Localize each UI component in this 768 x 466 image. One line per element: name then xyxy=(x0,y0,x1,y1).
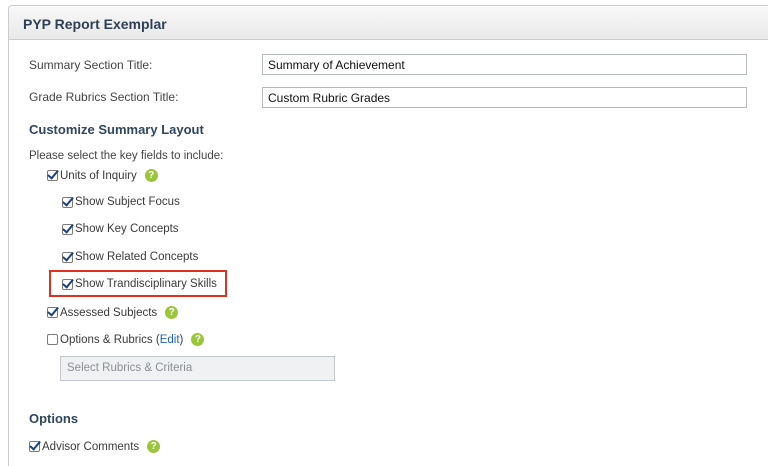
show-subject-focus-label: Show Subject Focus xyxy=(75,196,180,208)
options-heading: Options xyxy=(29,411,79,426)
units-of-inquiry-option[interactable]: Units of Inquiry ? xyxy=(47,169,158,182)
customize-summary-heading: Customize Summary Layout xyxy=(29,122,204,137)
options-rubrics-option[interactable]: Options & Rubrics (Edit) ? xyxy=(47,333,205,346)
show-transdisciplinary-skills-option[interactable]: Show Trandisciplinary Skills xyxy=(62,278,217,290)
show-key-concepts-label: Show Key Concepts xyxy=(75,223,179,235)
checkbox-checked-icon[interactable] xyxy=(62,251,73,263)
close-paren: ) xyxy=(179,333,184,346)
show-related-concepts-option[interactable]: Show Related Concepts xyxy=(62,251,198,263)
help-icon[interactable]: ? xyxy=(147,440,161,453)
advisor-comments-label: Advisor Comments xyxy=(42,440,140,453)
checkbox-checked-icon[interactable] xyxy=(62,278,73,290)
edit-link[interactable]: Edit xyxy=(160,334,180,346)
checkbox-checked-icon[interactable] xyxy=(62,223,73,235)
show-transdisciplinary-skills-label: Show Trandisciplinary Skills xyxy=(75,278,217,290)
summary-title-input[interactable] xyxy=(262,54,747,75)
instructions-text: Please select the key fields to include: xyxy=(29,150,224,162)
advisor-comments-option[interactable]: Advisor Comments ? xyxy=(29,440,161,453)
checkbox-checked-icon[interactable] xyxy=(62,196,73,208)
assessed-subjects-option[interactable]: Assessed Subjects ? xyxy=(47,306,179,319)
assessed-subjects-label: Assessed Subjects xyxy=(60,306,158,319)
grade-rubrics-title-label: Grade Rubrics Section Title: xyxy=(29,90,179,104)
help-icon[interactable]: ? xyxy=(165,306,179,319)
checkbox-checked-icon[interactable] xyxy=(47,170,58,181)
select-rubrics-dropdown[interactable]: Select Rubrics & Criteria xyxy=(60,356,335,381)
checkbox-checked-icon[interactable] xyxy=(47,307,58,318)
checkbox-checked-icon[interactable] xyxy=(29,441,40,452)
help-icon[interactable]: ? xyxy=(191,333,205,346)
show-related-concepts-label: Show Related Concepts xyxy=(75,251,199,263)
options-rubrics-label: Options & Rubrics ( xyxy=(60,333,160,346)
checkbox-unchecked-icon[interactable] xyxy=(47,334,58,345)
units-of-inquiry-label: Units of Inquiry xyxy=(60,169,137,182)
summary-title-label: Summary Section Title: xyxy=(29,58,153,72)
show-subject-focus-option[interactable]: Show Subject Focus xyxy=(62,196,180,208)
grade-rubrics-title-input[interactable] xyxy=(262,87,747,108)
show-key-concepts-option[interactable]: Show Key Concepts xyxy=(62,223,179,235)
help-icon[interactable]: ? xyxy=(144,169,158,182)
panel-header: PYP Report Exemplar xyxy=(9,6,768,40)
panel-title: PYP Report Exemplar xyxy=(23,16,167,32)
